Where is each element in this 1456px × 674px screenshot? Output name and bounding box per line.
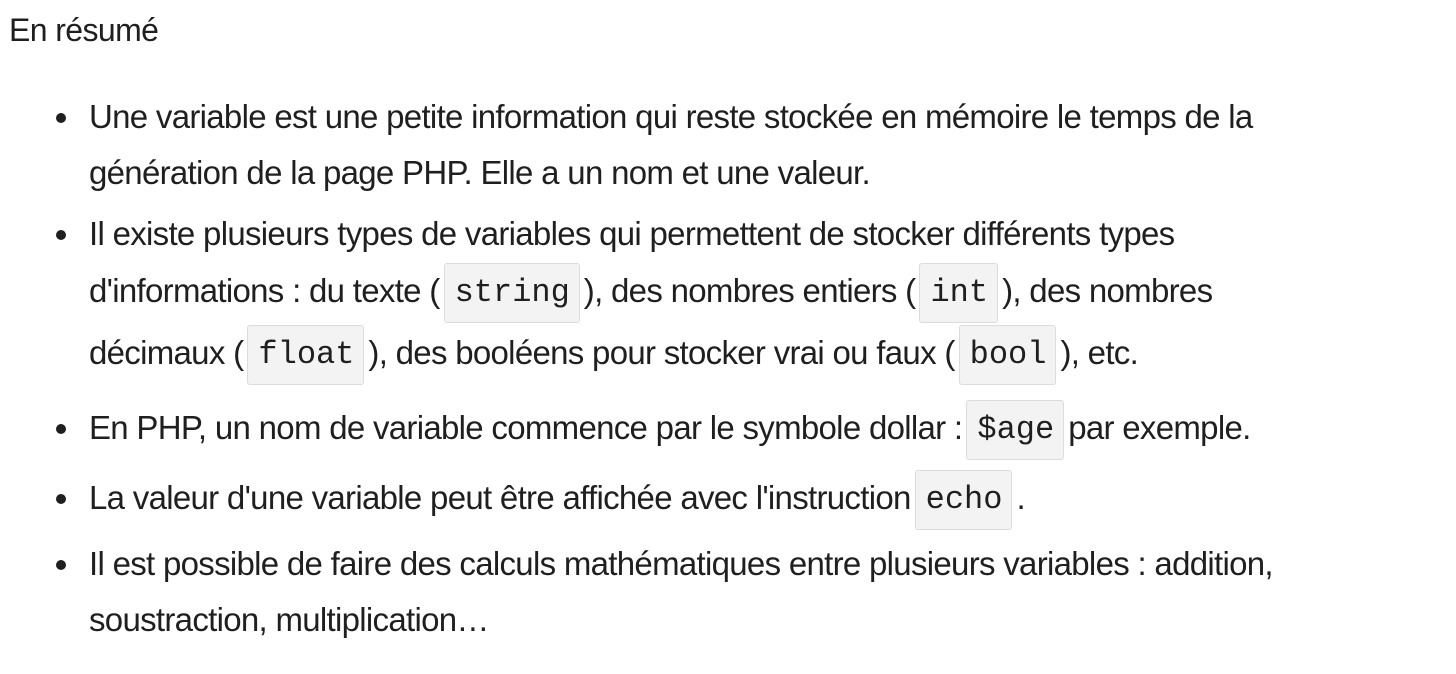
- list-item: Il existe plusieurs types de variables q…: [56, 206, 1451, 386]
- code-age: $age: [966, 400, 1065, 461]
- list-item-text: .: [1016, 479, 1025, 516]
- list-item-text: ), des nombres entiers (: [583, 272, 916, 309]
- list-item-line: En PHP, un nom de variable commence par …: [89, 396, 1451, 461]
- list-item-text: génération de la page PHP. Elle a un nom…: [89, 154, 871, 191]
- list-item-text: Il existe plusieurs types de variables q…: [89, 215, 1175, 252]
- summary-section: En résumé Une variable est une petite in…: [0, 0, 1456, 674]
- list-item-text: par exemple.: [1068, 409, 1251, 446]
- list-item-text: décimaux (: [89, 334, 244, 371]
- list-item-line: d'informations : du texte (string), des …: [89, 262, 1451, 324]
- bullet-icon: [56, 424, 66, 434]
- code-float: float: [247, 325, 365, 386]
- bullet-icon: [56, 230, 66, 240]
- list-item-text: d'informations : du texte (: [89, 272, 440, 309]
- list-item: La valeur d'une variable peut être affic…: [56, 466, 1451, 531]
- list-item-text: ), etc.: [1060, 334, 1139, 371]
- list-item: Une variable est une petite information …: [56, 89, 1451, 201]
- bullet-icon: [56, 494, 66, 504]
- list-item-text: Il est possible de faire des calculs mat…: [89, 545, 1274, 582]
- code-echo: echo: [914, 470, 1013, 531]
- list-item-text: ), des nombres: [1002, 272, 1213, 309]
- list-item-text: La valeur d'une variable peut être affic…: [89, 479, 911, 516]
- list-item-text: En PHP, un nom de variable commence par …: [89, 409, 963, 446]
- summary-title: En résumé: [9, 12, 159, 48]
- bullet-icon: [56, 113, 66, 123]
- list-item-line: décimaux (float), des booléens pour stoc…: [89, 324, 1451, 386]
- bullet-icon: [56, 560, 66, 570]
- code-string: string: [443, 263, 580, 324]
- code-bool: bool: [958, 325, 1057, 386]
- list-item-line: La valeur d'une variable peut être affic…: [89, 466, 1451, 531]
- list-item-text: Une variable est une petite information …: [89, 98, 1253, 135]
- list-item: Il est possible de faire des calculs mat…: [56, 536, 1451, 648]
- list-item: En PHP, un nom de variable commence par …: [56, 396, 1451, 461]
- code-int: int: [919, 263, 999, 324]
- list-item-text: soustraction, multiplication…: [89, 601, 489, 638]
- list-item-text: ), des booléens pour stocker vrai ou fau…: [368, 334, 955, 371]
